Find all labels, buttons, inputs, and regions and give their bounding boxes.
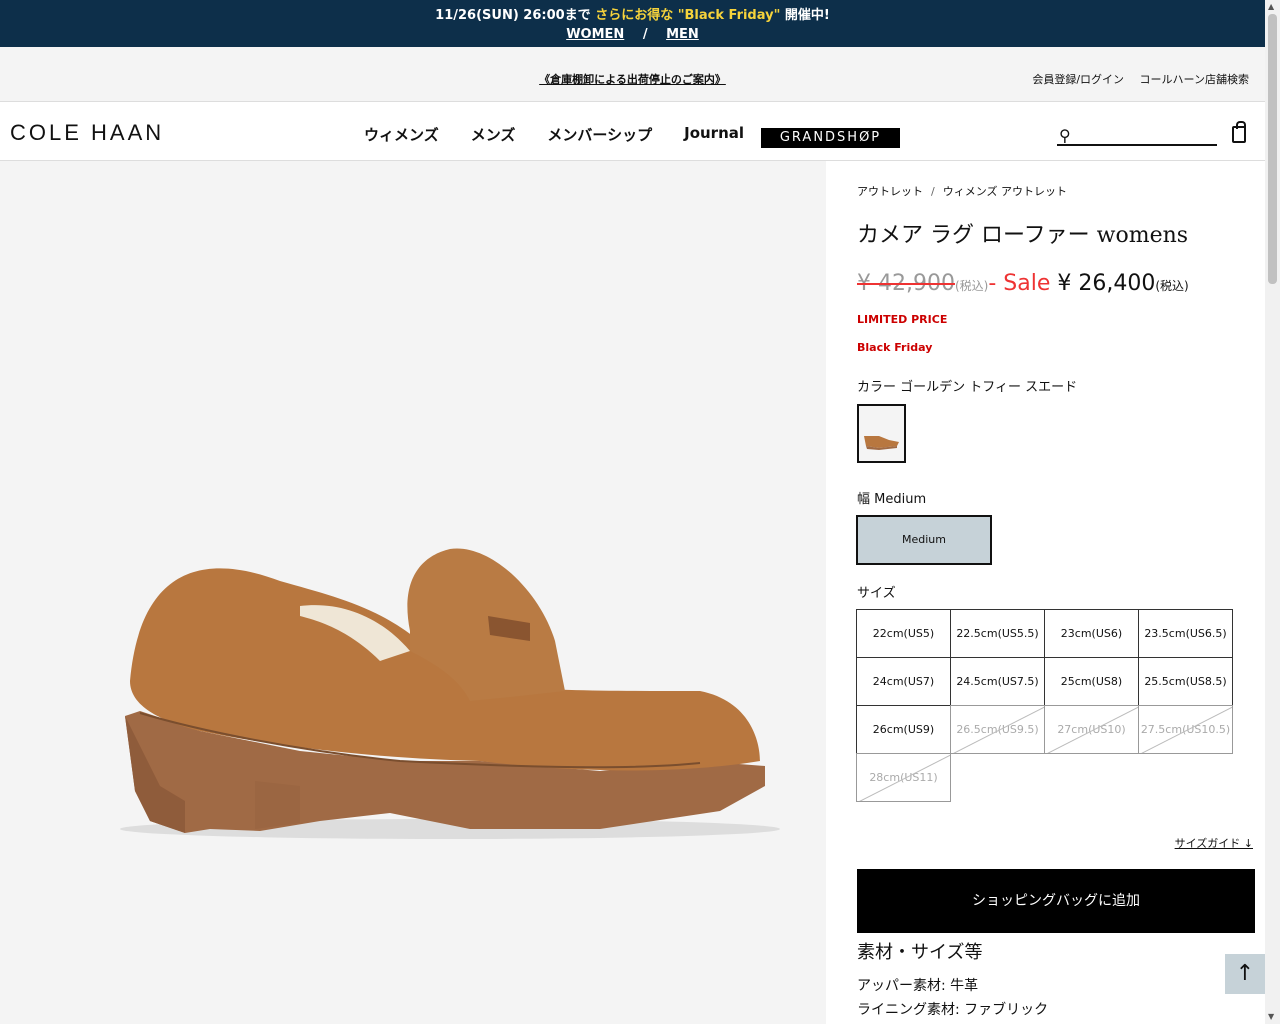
scrollbar[interactable]: ▲ ▼ <box>1265 0 1280 1024</box>
size-option[interactable]: 23.5cm(US6.5) <box>1138 609 1233 658</box>
product-title: カメア ラグ ローファー womens <box>857 223 1189 248</box>
main-nav: ウィメンズ メンズ メンバーシップ Journal <box>364 124 744 145</box>
price-dash: - <box>988 271 997 296</box>
shoe-thumbnail-icon <box>864 436 899 450</box>
sale-label: Sale <box>1003 271 1051 296</box>
sale-price: ¥ 26,400 <box>1057 271 1156 296</box>
upper-material: アッパー素材: 牛革 <box>857 978 979 994</box>
materials-title: 素材・サイズ等 <box>857 942 983 963</box>
add-to-bag-button[interactable]: ショッピングバッグに追加 <box>857 869 1255 933</box>
store-search-link[interactable]: コールハーン店舗検索 <box>1140 73 1249 86</box>
size-option: 27.5cm(US10.5) <box>1138 705 1233 754</box>
scroll-down-arrow-icon[interactable]: ▼ <box>1268 1012 1274 1021</box>
scroll-up-arrow-icon[interactable]: ▲ <box>1268 2 1274 11</box>
breadcrumb-womens-outlet[interactable]: ウィメンズ アウトレット <box>943 185 1067 198</box>
breadcrumb-separator: / <box>931 185 935 198</box>
size-label: サイズ <box>857 586 896 601</box>
sale-tax-label: (税込) <box>1155 279 1189 293</box>
search-icon[interactable]: ⚲ <box>1059 126 1071 145</box>
size-option[interactable]: 26cm(US9) <box>856 705 951 754</box>
size-option: 28cm(US11) <box>856 753 951 802</box>
grandshop-link[interactable]: GRANDSHØP <box>761 128 900 148</box>
nav-membership[interactable]: メンバーシップ <box>547 124 652 145</box>
breadcrumb: アウトレット / ウィメンズ アウトレット <box>857 183 1067 199</box>
size-option[interactable]: 25.5cm(US8.5) <box>1138 657 1233 706</box>
shopping-bag-icon[interactable] <box>1232 121 1246 143</box>
size-guide-link[interactable]: サイズガイド ↓ <box>1175 835 1253 851</box>
size-option[interactable]: 25cm(US8) <box>1044 657 1139 706</box>
logo[interactable]: COLE HAAN <box>10 120 164 146</box>
tax-label: (税込) <box>954 279 989 293</box>
color-swatch[interactable] <box>857 404 906 463</box>
size-option[interactable]: 24cm(US7) <box>856 657 951 706</box>
size-grid: 22cm(US5) 22.5cm(US5.5) 23cm(US6) 23.5cm(US… <box>856 609 1233 802</box>
promo-link-separator: / <box>642 27 648 42</box>
width-label: 幅 Medium <box>857 492 927 507</box>
loafer-illustration <box>120 548 780 839</box>
original-price: ¥ 42,900 <box>857 271 955 296</box>
price: ¥ 42,900(税込)- Sale ¥ 26,400(税込) <box>857 271 1189 296</box>
promo-men-link[interactable]: MEN <box>666 27 699 42</box>
lining-material: ライニング素材: ファブリック <box>857 1002 1049 1018</box>
scrollbar-thumb[interactable] <box>1268 14 1277 284</box>
limited-price-badge: LIMITED PRICE <box>857 313 948 326</box>
black-friday-badge: Black Friday <box>857 341 933 354</box>
breadcrumb-outlet[interactable]: アウトレット <box>857 185 923 198</box>
product-image <box>0 161 826 1024</box>
product-detail: アウトレット / ウィメンズ アウトレット カメア ラグ ローファー womens … <box>827 161 1265 1024</box>
size-option: 26.5cm(US9.5) <box>950 705 1045 754</box>
search-input[interactable]: ⚲ <box>1057 124 1217 146</box>
site-header: COLE HAAN ウィメンズ メンズ メンバーシップ Journal GRAN… <box>0 102 1265 161</box>
back-to-top-button[interactable]: ↑ <box>1225 954 1265 994</box>
nav-mens[interactable]: メンズ <box>471 124 516 145</box>
size-option[interactable]: 23cm(US6) <box>1044 609 1139 658</box>
nav-womens[interactable]: ウィメンズ <box>364 124 439 145</box>
nav-journal[interactable]: Journal <box>684 124 744 145</box>
login-link[interactable]: 会員登録/ログイン <box>1032 73 1124 86</box>
color-label: カラー ゴールデン トフィー スエード <box>857 380 1078 395</box>
size-option[interactable]: 22.5cm(US5.5) <box>950 609 1045 658</box>
size-option: 27cm(US10) <box>1044 705 1139 754</box>
size-option[interactable]: 24.5cm(US7.5) <box>950 657 1045 706</box>
promo-women-link[interactable]: WOMEN <box>566 27 624 42</box>
account-links: 会員登録/ログイン コールハーン店舗検索 <box>1020 71 1249 87</box>
promo-banner: 11/26(SUN) 26:00まで さらにお得な "Black Friday"… <box>0 0 1265 47</box>
notice-bar: 《倉庫棚卸による出荷停止のご案内》 会員登録/ログイン コールハーン店舗検索 <box>0 47 1265 102</box>
promo-text: 11/26(SUN) 26:00まで さらにお得な "Black Friday"… <box>435 8 830 23</box>
size-option[interactable]: 22cm(US5) <box>856 609 951 658</box>
promo-links: WOMEN / MEN <box>0 27 1265 42</box>
width-option-medium[interactable]: Medium <box>856 515 992 565</box>
